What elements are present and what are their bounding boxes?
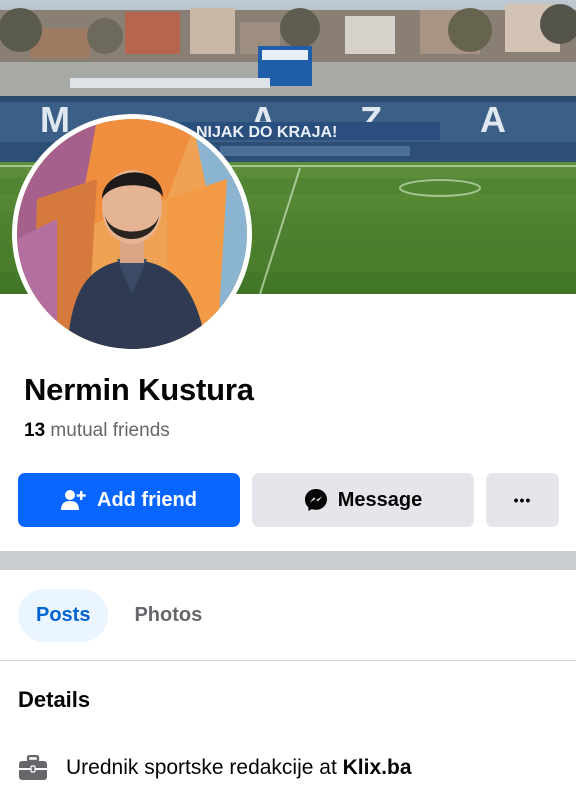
profile-tabs: Posts Photos xyxy=(18,589,220,642)
cover-banner-text: NIJAK DO KRAJA! xyxy=(196,124,337,141)
message-label: Message xyxy=(337,488,423,511)
mutual-friends[interactable]: 13 mutual friends xyxy=(24,420,170,442)
profile-avatar[interactable] xyxy=(12,114,252,354)
tab-posts-label: Posts xyxy=(36,604,91,626)
stand-letter: A xyxy=(480,99,506,140)
work-prefix: Urednik sportske redakcije at xyxy=(66,756,337,779)
details-heading: Details xyxy=(18,687,91,712)
tabs-divider xyxy=(0,660,576,661)
add-friend-label: Add friend xyxy=(97,488,197,511)
profile-name: Nermin Kustura xyxy=(24,372,254,407)
person-add-icon xyxy=(61,489,87,511)
detail-work[interactable]: Urednik sportske redakcije at Klix.ba xyxy=(18,750,412,786)
more-icon: ••• xyxy=(513,492,532,508)
tab-posts[interactable]: Posts xyxy=(18,589,109,642)
briefcase-icon xyxy=(18,753,48,783)
messenger-icon xyxy=(304,488,328,512)
mutual-friends-label: mutual friends xyxy=(50,420,170,441)
profile-actions: Add friend Message ••• xyxy=(18,473,559,527)
work-place-link[interactable]: Klix.ba xyxy=(343,756,412,779)
add-friend-button[interactable]: Add friend xyxy=(18,473,240,527)
section-separator xyxy=(0,551,576,570)
tab-photos[interactable]: Photos xyxy=(116,589,220,642)
mutual-friends-count: 13 xyxy=(24,420,46,441)
message-button[interactable]: Message xyxy=(252,473,474,527)
tab-photos-label: Photos xyxy=(134,604,203,626)
more-options-button[interactable]: ••• xyxy=(486,473,559,527)
